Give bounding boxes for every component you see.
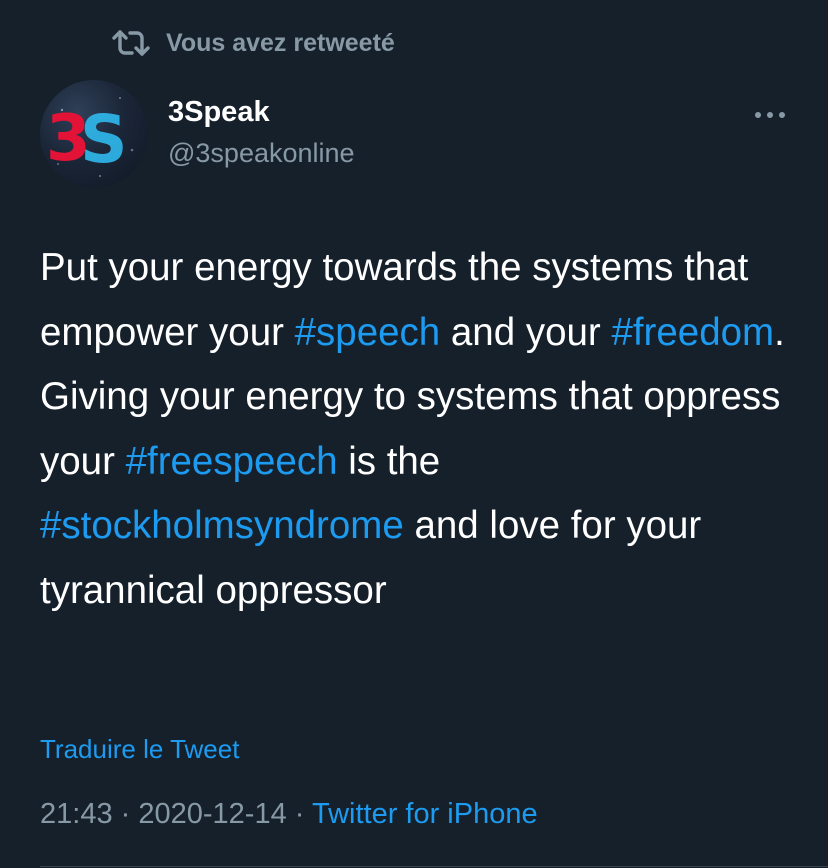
tweet-source-link[interactable]: Twitter for iPhone [312, 798, 538, 830]
retweet-label: Vous avez retweeté [166, 28, 395, 57]
more-horizontal-icon [750, 102, 790, 128]
meta-separator: · [286, 798, 312, 830]
author-display-name[interactable]: 3Speak [168, 96, 270, 129]
tweet-date: 2020-12-14 [138, 798, 287, 830]
tweet-time: 21:43 [40, 798, 113, 830]
more-options-button[interactable] [750, 102, 790, 128]
hashtag-link[interactable]: #speech [295, 311, 441, 354]
author-handle[interactable]: @3speakonline [168, 138, 355, 169]
hashtag-link[interactable]: #stockholmsyndrome [40, 504, 404, 547]
divider [40, 866, 828, 867]
translate-tweet-link[interactable]: Traduire le Tweet [40, 734, 239, 765]
avatar[interactable]: 3 S [40, 80, 148, 188]
tweet-text: Put your energy towards the systems that… [40, 236, 800, 623]
tweet-text-segment: is the [337, 439, 451, 483]
retweet-icon [112, 29, 166, 57]
meta-separator: · [112, 798, 139, 830]
retweet-banner: Vous avez retweeté [112, 26, 395, 60]
tweet-text-segment: and your [440, 310, 612, 354]
hashtag-link[interactable]: #freedom [611, 311, 774, 354]
svg-text:S: S [80, 101, 128, 178]
hashtag-link[interactable]: #freespeech [126, 440, 338, 483]
tweet-meta: 21:43 · 2020-12-14 · Twitter for iPhone [40, 798, 538, 831]
